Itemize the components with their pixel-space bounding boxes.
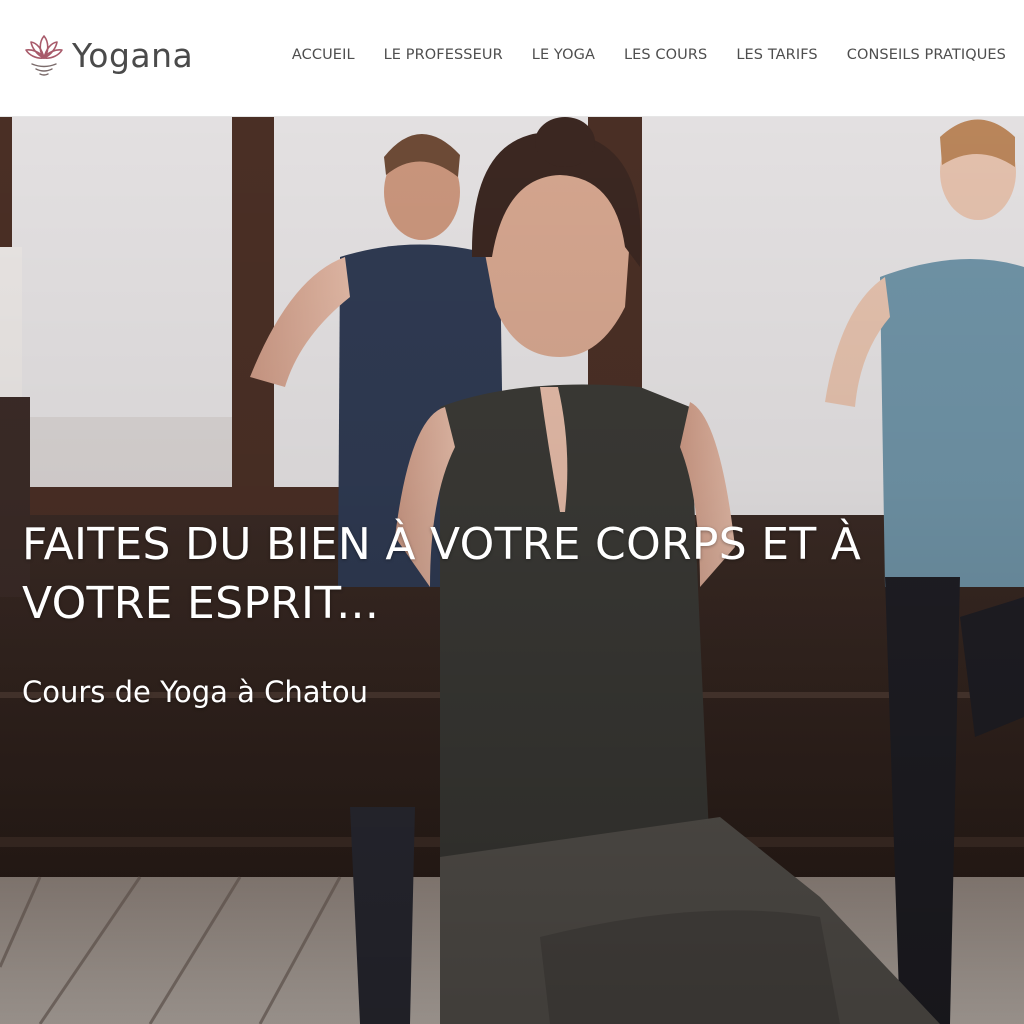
nav-item-les-tarifs[interactable]: LES TARIFS <box>736 45 817 65</box>
nav-item-les-cours[interactable]: LES COURS <box>624 45 707 65</box>
nav-item-accueil[interactable]: ACCUEIL <box>292 45 355 65</box>
hero-banner: FAITES DU BIEN À VOTRE CORPS ET À VOTRE … <box>0 117 1024 1024</box>
hero-subheadline: Cours de Yoga à Chatou <box>22 675 368 709</box>
logo-link[interactable]: Yogana <box>22 32 193 78</box>
hero-headline: FAITES DU BIEN À VOTRE CORPS ET À VOTRE … <box>22 519 862 629</box>
nav-item-conseils-pratiques[interactable]: CONSEILS PRATIQUES <box>847 45 1006 65</box>
site-header: Yogana ACCUEIL LE PROFESSEUR LE YOGA LES… <box>0 0 1024 117</box>
nav-item-le-professeur[interactable]: LE PROFESSEUR <box>384 45 503 65</box>
nav-item-le-yoga[interactable]: LE YOGA <box>532 45 595 65</box>
main-nav: ACCUEIL LE PROFESSEUR LE YOGA LES COURS … <box>292 45 1006 65</box>
brand-name: Yogana <box>72 35 194 75</box>
lotus-logo-icon <box>25 35 63 76</box>
